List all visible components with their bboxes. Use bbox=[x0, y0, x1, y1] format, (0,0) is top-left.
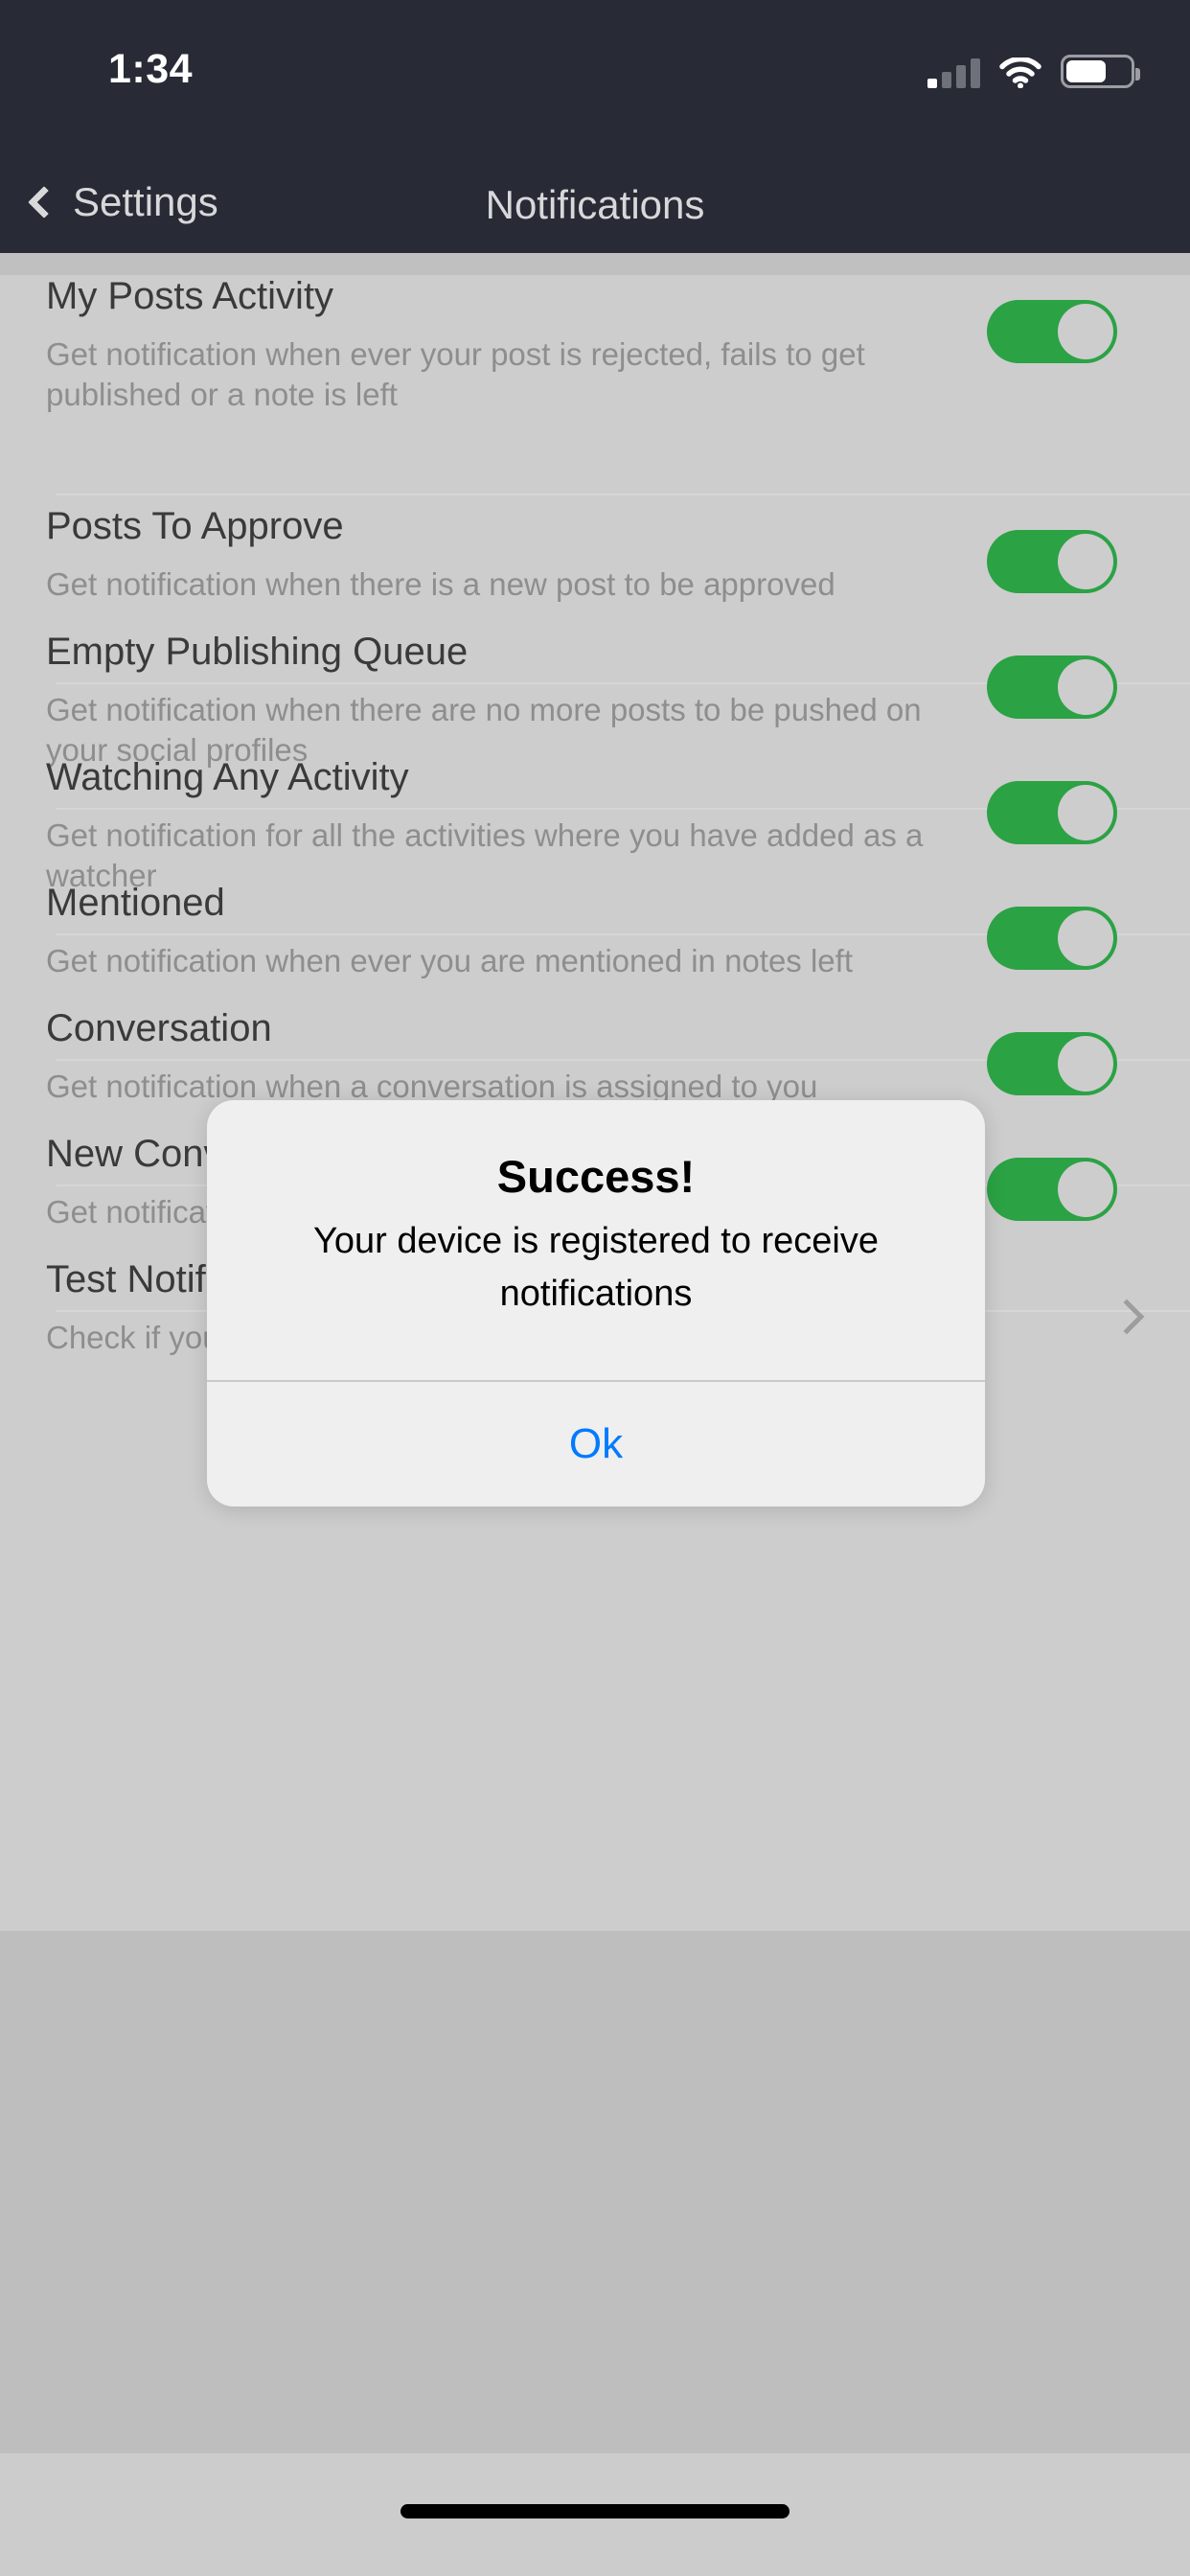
status-bar-indicators bbox=[927, 50, 1140, 89]
toggle-new-conversation[interactable] bbox=[987, 1158, 1117, 1221]
page-title: Notifications bbox=[485, 182, 705, 227]
list-item-title: Empty Publishing Queue bbox=[46, 631, 469, 673]
list-item-title: Watching Any Activity bbox=[46, 756, 409, 798]
wifi-icon bbox=[999, 56, 1041, 89]
list-item-title: My Posts Activity bbox=[46, 275, 334, 317]
content-top-band bbox=[0, 253, 1190, 275]
list-empty-space bbox=[0, 1931, 1190, 2453]
toggle-watching-any-activity[interactable] bbox=[987, 781, 1117, 844]
row-divider bbox=[56, 494, 1190, 495]
chevron-right-icon bbox=[1109, 1299, 1145, 1335]
list-item[interactable]: Mentioned Get notification when ever you… bbox=[0, 882, 1190, 1006]
home-indicator[interactable] bbox=[400, 2504, 790, 2518]
toggle-mentioned[interactable] bbox=[987, 907, 1117, 970]
home-indicator-area bbox=[0, 2453, 1190, 2576]
alert-message: Your device is registered to receive not… bbox=[312, 1220, 880, 1314]
status-bar: 1:34 bbox=[0, 0, 1190, 151]
toggle-knob bbox=[1058, 1036, 1113, 1092]
list-item[interactable]: Posts To Approve Get notification when t… bbox=[0, 505, 1190, 630]
toggle-knob bbox=[1058, 534, 1113, 589]
toggle-empty-publishing-queue[interactable] bbox=[987, 656, 1117, 719]
list-item-title: Mentioned bbox=[46, 882, 225, 924]
toggle-posts-to-approve[interactable] bbox=[987, 530, 1117, 593]
toggle-knob bbox=[1058, 659, 1113, 715]
toggle-knob bbox=[1058, 785, 1113, 840]
cellular-signal-icon bbox=[927, 58, 980, 88]
list-item[interactable]: My Posts Activity Get notification when … bbox=[0, 275, 1190, 412]
list-item-subtitle: Get notification when ever you are menti… bbox=[46, 943, 853, 978]
toggle-conversation[interactable] bbox=[987, 1032, 1117, 1095]
navigation-bar: Settings Notifications bbox=[0, 151, 1190, 253]
toggle-my-posts-activity[interactable] bbox=[987, 300, 1117, 363]
alert-title: Success! bbox=[496, 1151, 696, 1202]
toggle-knob bbox=[1058, 910, 1113, 966]
list-item-subtitle: Get notification when ever your post is … bbox=[46, 336, 865, 413]
list-item[interactable]: Empty Publishing Queue Get notification … bbox=[0, 631, 1190, 768]
list-item-title: Posts To Approve bbox=[46, 505, 344, 547]
success-alert-dialog: Success! Your device is registered to re… bbox=[207, 1100, 985, 1506]
battery-icon bbox=[1061, 55, 1140, 88]
alert-ok-button[interactable]: Ok bbox=[207, 1382, 985, 1506]
alert-body: Success! Your device is registered to re… bbox=[207, 1100, 985, 1380]
list-item[interactable]: Watching Any Activity Get notification f… bbox=[0, 756, 1190, 893]
status-bar-clock: 1:34 bbox=[108, 46, 194, 92]
list-item-title: Conversation bbox=[46, 1007, 272, 1049]
list-item-subtitle: Get notification when there is a new pos… bbox=[46, 566, 835, 602]
toggle-knob bbox=[1058, 1162, 1113, 1217]
toggle-knob bbox=[1058, 304, 1113, 359]
phone-screen: 1:34 Settings Notifications My Posts Act… bbox=[0, 0, 1190, 2576]
